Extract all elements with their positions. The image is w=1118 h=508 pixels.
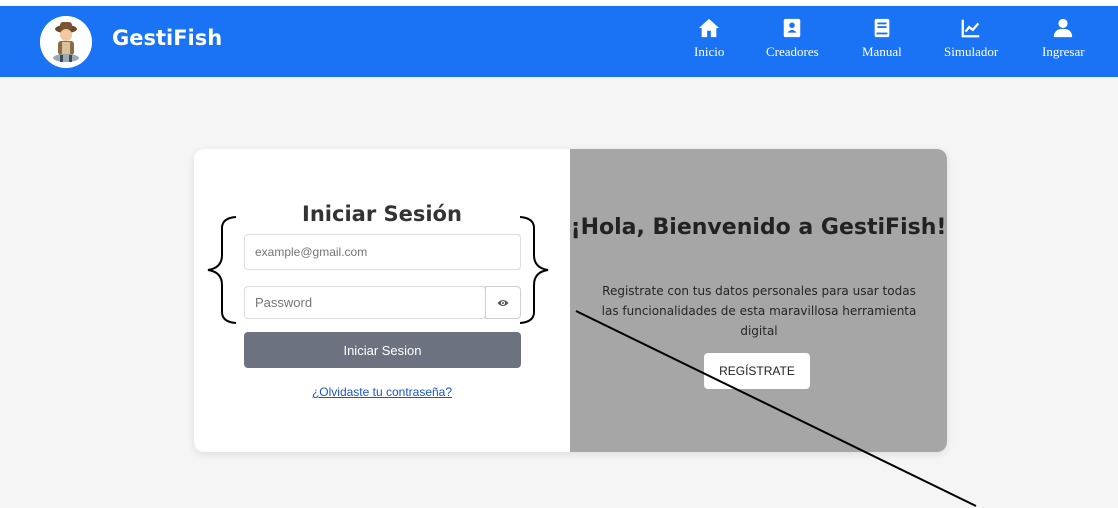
auth-card: Iniciar Sesión Iniciar Sesion ¿Olvidaste… <box>194 149 947 452</box>
password-field[interactable] <box>244 286 486 319</box>
nav-creadores[interactable]: Creadores <box>766 17 819 60</box>
nav-manual[interactable]: Manual <box>862 17 902 60</box>
login-submit-button[interactable]: Iniciar Sesion <box>244 332 521 368</box>
book-icon <box>874 18 890 38</box>
chart-icon <box>961 19 980 38</box>
show-password-button[interactable] <box>485 286 521 319</box>
nav-label: Manual <box>862 44 902 59</box>
brand-name[interactable]: GestiFish <box>112 26 222 50</box>
top-navbar: GestiFish Inicio Creadores Manual Simula… <box>0 6 1118 77</box>
login-title: Iniciar Sesión <box>302 202 462 226</box>
welcome-title: ¡Hola, Bienvenido a GestiFish! <box>570 215 947 240</box>
nav-label: Inicio <box>694 44 725 59</box>
nav-label: Simulador <box>944 44 999 59</box>
nav-inicio[interactable]: Inicio <box>694 17 724 60</box>
welcome-panel: ¡Hola, Bienvenido a GestiFish! Registrat… <box>570 149 947 452</box>
nav-label: Creadores <box>766 44 819 59</box>
nav-label: Ingresar <box>1042 44 1085 59</box>
email-field[interactable] <box>244 234 521 270</box>
nav-ingresar[interactable]: Ingresar <box>1042 17 1085 60</box>
nav-simulador[interactable]: Simulador <box>944 17 998 60</box>
register-button[interactable]: REGÍSTRATE <box>704 353 810 389</box>
user-icon <box>1054 18 1073 38</box>
forgot-password-link[interactable]: ¿Olvidaste tu contraseña? <box>194 385 570 399</box>
welcome-text: Registrate con tus datos personales para… <box>601 284 917 338</box>
contact-book-icon <box>784 18 801 38</box>
fisherman-logo-icon[interactable] <box>40 16 92 68</box>
eye-icon <box>497 299 509 306</box>
home-icon <box>699 18 720 38</box>
